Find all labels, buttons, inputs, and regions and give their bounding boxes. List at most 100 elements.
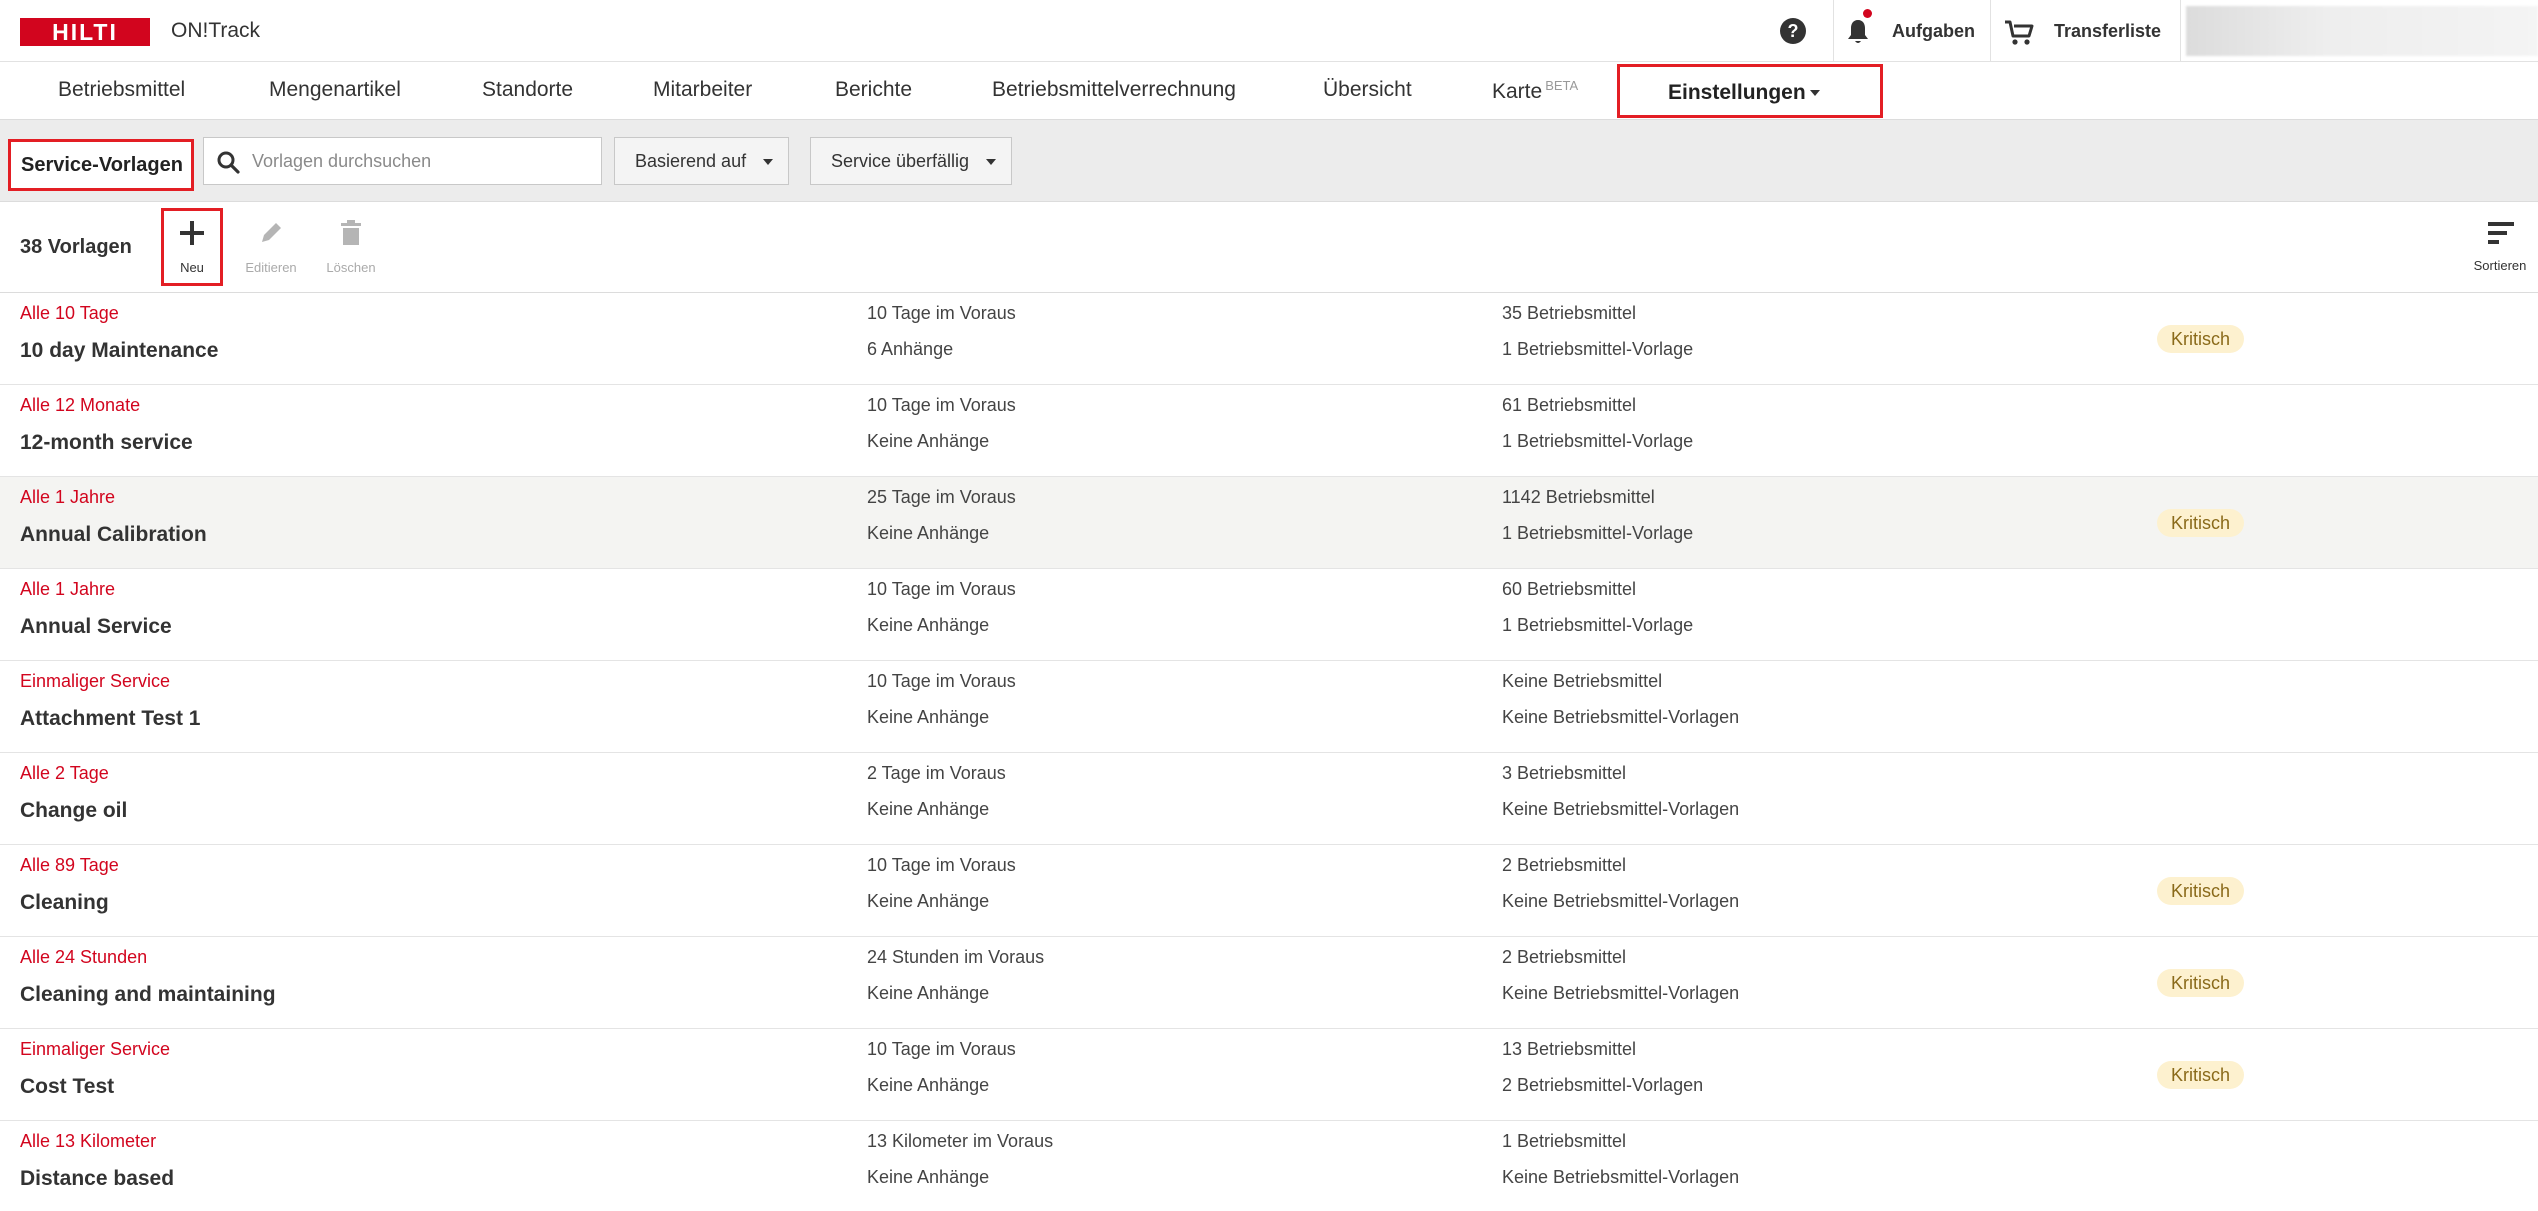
row-name: Cleaning and maintaining (20, 983, 276, 1006)
header-divider (1990, 0, 1991, 62)
help-icon[interactable]: ? (1780, 18, 1806, 44)
row-lead-time: 10 Tage im Voraus (867, 579, 1016, 599)
action-toolbar: 38 Vorlagen Neu Editieren Löschen Sortie… (0, 202, 2538, 293)
row-attachments: Keine Anhänge (867, 1167, 990, 1187)
row-lead-time: 10 Tage im Voraus (867, 855, 1016, 875)
row-assets: 35 Betriebsmittel (1502, 303, 1637, 323)
bell-icon[interactable] (1843, 16, 1873, 46)
table-row[interactable]: Einmaliger Service Cost Test 10 Tage im … (0, 1029, 2538, 1121)
edit-button[interactable]: Editieren (240, 208, 302, 286)
row-interval: Alle 1 Jahre (20, 579, 116, 599)
row-lead-time: 25 Tage im Voraus (867, 487, 1016, 507)
table-row[interactable]: Alle 24 Stunden Cleaning and maintaining… (0, 937, 2538, 1029)
row-attachments: Keine Anhänge (867, 891, 990, 911)
nav-uebersicht[interactable]: Übersicht (1323, 78, 1412, 102)
critical-badge: Kritisch (2157, 509, 2245, 537)
row-attachments: Keine Anhänge (867, 799, 990, 819)
hilti-logo[interactable]: HILTI (20, 18, 150, 46)
search-box[interactable] (203, 137, 602, 185)
row-lead-time: 10 Tage im Voraus (867, 395, 1016, 415)
row-assets: 1142 Betriebsmittel (1502, 487, 1655, 507)
nav-einstellungen[interactable]: Einstellungen (1617, 64, 1883, 118)
row-asset-templates: Keine Betriebsmittel-Vorlagen (1502, 799, 1740, 819)
user-profile-blurred[interactable] (2186, 6, 2538, 56)
row-asset-templates: 1 Betriebsmittel-Vorlage (1502, 523, 1694, 543)
filter-label: Basierend auf (635, 151, 747, 171)
sort-button[interactable]: Sortieren (2470, 220, 2530, 280)
row-asset-templates: Keine Betriebsmittel-Vorlagen (1502, 891, 1740, 911)
notification-dot (1863, 9, 1872, 18)
nav-standorte[interactable]: Standorte (482, 78, 573, 102)
nav-berichte[interactable]: Berichte (835, 78, 912, 102)
nav-betriebsmittelverrechnung[interactable]: Betriebsmittelverrechnung (992, 78, 1236, 102)
row-asset-templates: 1 Betriebsmittel-Vorlage (1502, 615, 1694, 635)
search-icon (217, 151, 240, 174)
row-name: Change oil (20, 799, 128, 822)
row-lead-time: 10 Tage im Voraus (867, 671, 1016, 691)
filter-label: Service überfällig (831, 151, 970, 171)
top-header: HILTI ON!Track ? Aufgaben Transferliste (0, 0, 2538, 62)
row-name: Cost Test (20, 1075, 115, 1098)
row-assets: 2 Betriebsmittel (1502, 855, 1627, 875)
row-interval: Alle 24 Stunden (20, 947, 148, 967)
filter-service-ueberfaellig[interactable]: Service überfällig (810, 137, 1012, 185)
row-assets: 2 Betriebsmittel (1502, 947, 1627, 967)
table-row[interactable]: Alle 1 Jahre Annual Service 10 Tage im V… (0, 569, 2538, 661)
table-row[interactable]: Alle 2 Tage Change oil 2 Tage im Voraus … (0, 753, 2538, 845)
chevron-down-icon (1810, 90, 1820, 96)
row-interval: Alle 12 Monate (20, 395, 141, 415)
critical-badge: Kritisch (2157, 969, 2245, 997)
search-input[interactable] (252, 146, 592, 176)
row-attachments: Keine Anhänge (867, 431, 990, 451)
app-name: ON!Track (171, 19, 261, 42)
row-lead-time: 10 Tage im Voraus (867, 303, 1016, 323)
delete-label: Löschen (326, 260, 376, 275)
nav-mengenartikel[interactable]: Mengenartikel (269, 78, 401, 102)
row-asset-templates: 1 Betriebsmittel-Vorlage (1502, 431, 1694, 451)
row-interval: Alle 2 Tage (20, 763, 109, 783)
table-row[interactable]: Einmaliger Service Attachment Test 1 10 … (0, 661, 2538, 753)
row-attachments: 6 Anhänge (867, 339, 954, 359)
table-row[interactable]: Alle 13 Kilometer Distance based 13 Kilo… (0, 1121, 2538, 1211)
cart-icon[interactable] (2003, 17, 2035, 47)
filter-basierend-auf[interactable]: Basierend auf (614, 137, 789, 185)
row-assets: 60 Betriebsmittel (1502, 579, 1637, 599)
row-asset-templates: Keine Betriebsmittel-Vorlagen (1502, 1167, 1740, 1187)
beta-badge: BETA (1545, 78, 1579, 93)
trash-icon (341, 220, 361, 245)
new-label: Neu (180, 260, 204, 275)
table-row[interactable]: Alle 10 Tage 10 day Maintenance 10 Tage … (0, 293, 2538, 385)
row-lead-time: 2 Tage im Voraus (867, 763, 1006, 783)
row-assets: Keine Betriebsmittel (1502, 671, 1663, 691)
row-name: Cleaning (20, 891, 109, 914)
nav-betriebsmittel[interactable]: Betriebsmittel (58, 78, 185, 102)
sort-icon (2488, 222, 2514, 244)
row-name: 10 day Maintenance (20, 339, 219, 362)
row-asset-templates: Keine Betriebsmittel-Vorlagen (1502, 983, 1740, 1003)
delete-button[interactable]: Löschen (320, 208, 382, 286)
transfer-list-link[interactable]: Transferliste (2054, 21, 2161, 42)
tasks-link[interactable]: Aufgaben (1892, 21, 1975, 42)
header-divider (2180, 0, 2181, 62)
row-interval: Alle 13 Kilometer (20, 1131, 157, 1151)
table-row[interactable]: Alle 89 Tage Cleaning 10 Tage im Voraus … (0, 845, 2538, 937)
table-row[interactable]: Alle 1 Jahre Annual Calibration 25 Tage … (0, 477, 2538, 569)
row-interval: Einmaliger Service (20, 671, 171, 691)
row-attachments: Keine Anhänge (867, 523, 990, 543)
row-lead-time: 13 Kilometer im Voraus (867, 1131, 1054, 1151)
row-assets: 61 Betriebsmittel (1502, 395, 1637, 415)
new-button[interactable]: Neu (161, 208, 223, 286)
table-row[interactable]: Alle 12 Monate 12-month service 10 Tage … (0, 385, 2538, 477)
template-count: 38 Vorlagen (20, 236, 132, 258)
page-title: Service-Vorlagen (21, 154, 183, 176)
row-interval: Alle 1 Jahre (20, 487, 116, 507)
row-asset-templates: 1 Betriebsmittel-Vorlage (1502, 339, 1694, 359)
section-title-box: Service-Vorlagen (8, 139, 194, 191)
critical-badge: Kritisch (2157, 877, 2245, 905)
nav-karte[interactable]: Karte BETA (1492, 78, 1578, 104)
row-attachments: Keine Anhänge (867, 1075, 990, 1095)
nav-mitarbeiter[interactable]: Mitarbeiter (653, 78, 752, 102)
main-navigation: Betriebsmittel Mengenartikel Standorte M… (0, 62, 2538, 120)
row-name: Annual Calibration (20, 523, 207, 546)
row-asset-templates: 2 Betriebsmittel-Vorlagen (1502, 1075, 1704, 1095)
